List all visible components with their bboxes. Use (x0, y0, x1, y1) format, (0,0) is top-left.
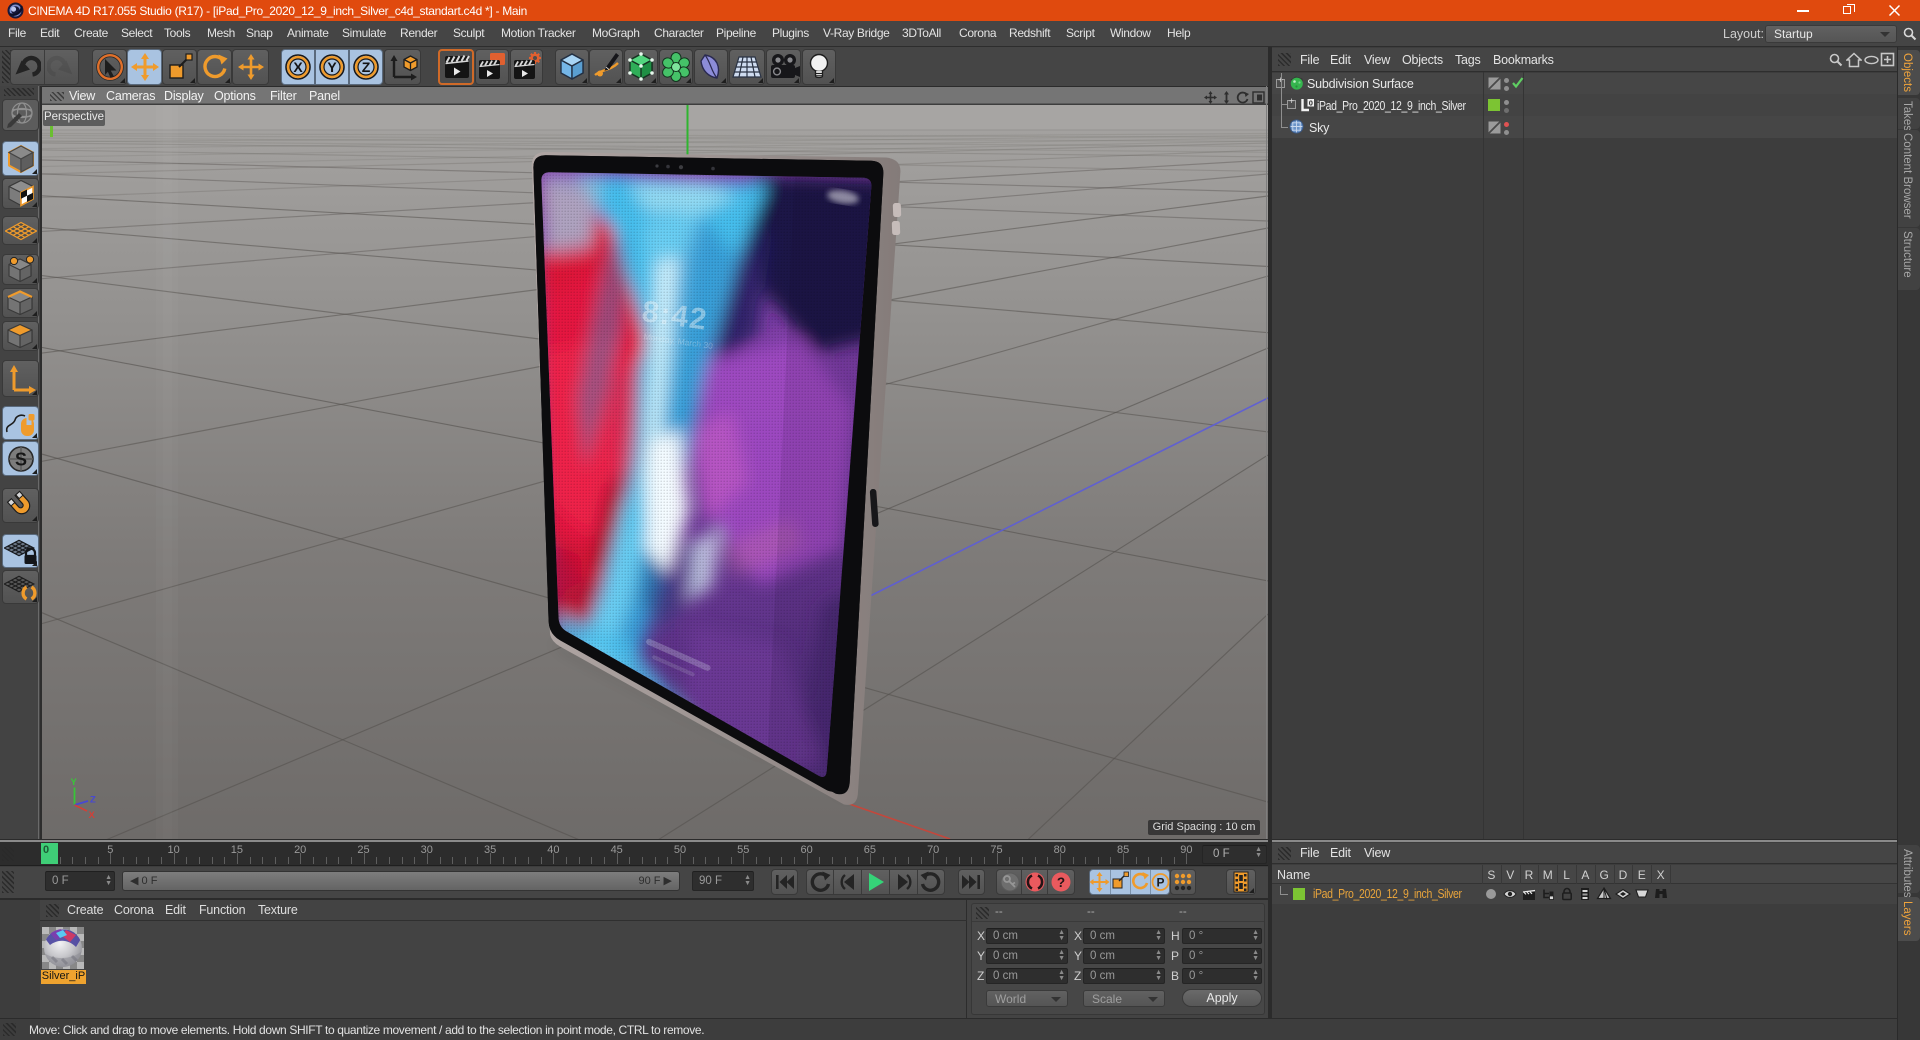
svg-text:Y: Y (327, 59, 337, 75)
svg-text:?: ? (1057, 875, 1065, 890)
svg-text:Z: Z (362, 59, 371, 75)
svg-text:Y: Y (71, 777, 78, 788)
svg-text:P: P (1156, 876, 1164, 890)
svg-text:0: 0 (1309, 98, 1313, 107)
svg-text:X: X (293, 59, 303, 75)
svg-text:X: X (89, 810, 96, 821)
svg-text:Z: Z (90, 795, 96, 806)
svg-text:S: S (15, 450, 27, 470)
